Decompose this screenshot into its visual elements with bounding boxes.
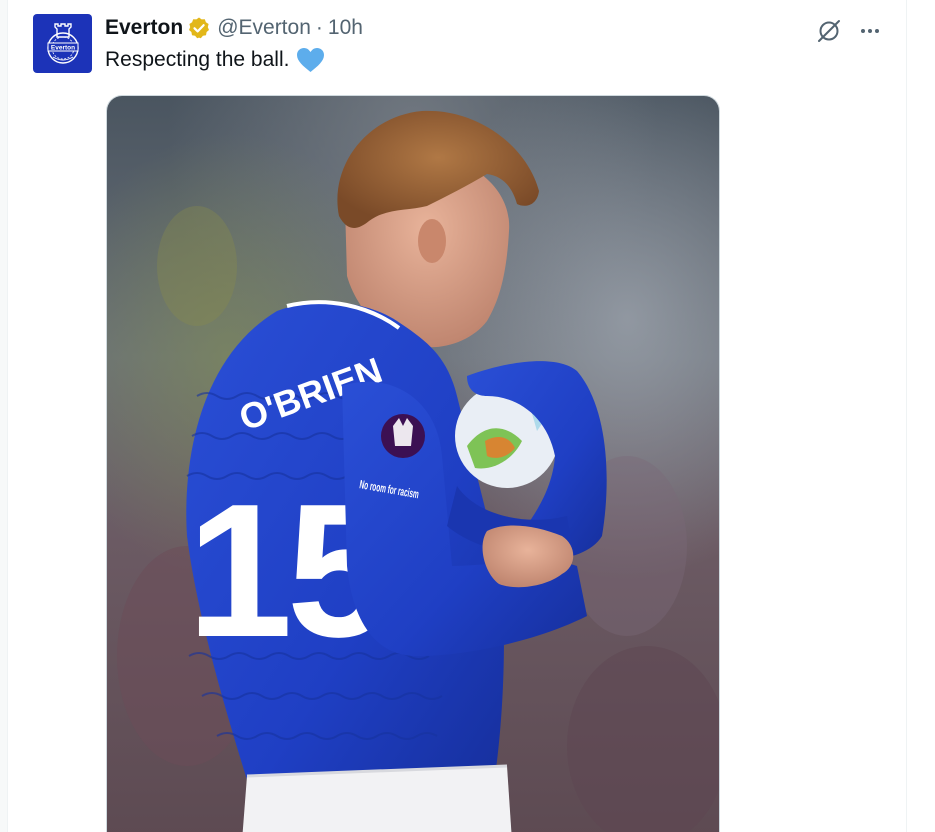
tweet-timestamp[interactable]: 10h xyxy=(328,16,363,40)
timeline-right-border xyxy=(906,0,907,832)
more-icon xyxy=(861,29,879,33)
grok-icon xyxy=(818,20,840,42)
tweet-header: Everton @Everton · 10h xyxy=(105,14,363,42)
player-photo: O'BRIEN 15 No room for racism xyxy=(107,96,719,832)
everton-crest-icon: Everton xyxy=(46,22,79,64)
header-separator: · xyxy=(315,16,323,39)
timeline-left-border xyxy=(0,0,8,832)
blue-heart-emoji-icon xyxy=(297,48,325,72)
grok-button[interactable] xyxy=(814,16,844,46)
more-options-button[interactable] xyxy=(855,16,885,46)
author-name[interactable]: Everton xyxy=(105,16,183,40)
avatar[interactable]: Everton xyxy=(33,14,92,73)
verified-badge-icon[interactable] xyxy=(187,16,211,40)
tweet-frame: Everton Everton @Everton · 10h Respectin… xyxy=(0,0,935,832)
author-handle[interactable]: @Everton xyxy=(217,16,311,40)
tweet-text: Respecting the ball. xyxy=(105,47,325,73)
tweet-media-photo[interactable]: O'BRIEN 15 No room for racism xyxy=(106,95,720,832)
tweet-text-body: Respecting the ball. xyxy=(105,48,290,71)
crest-label: Everton xyxy=(50,44,74,51)
tweet[interactable]: Everton Everton @Everton · 10h Respectin… xyxy=(33,10,893,832)
